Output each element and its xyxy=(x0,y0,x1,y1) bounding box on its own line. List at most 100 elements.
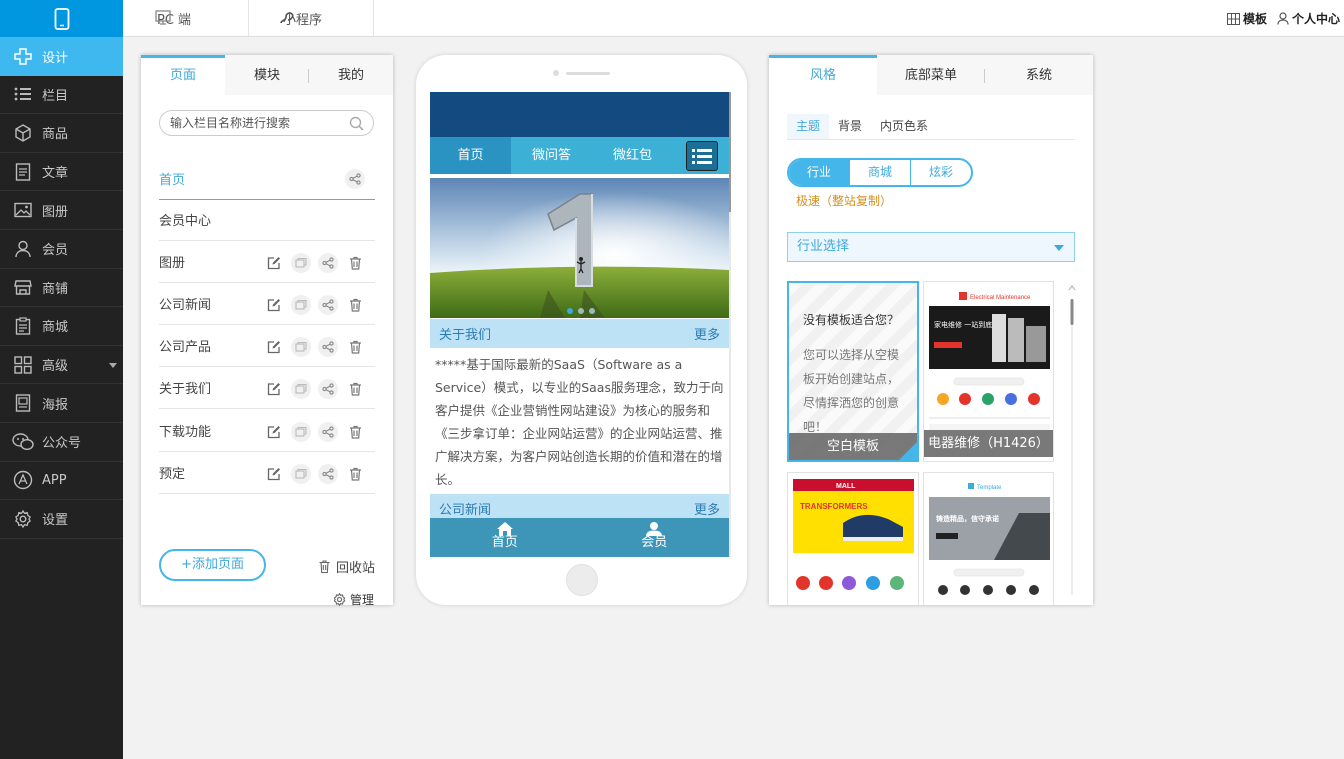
subtab-background[interactable]: 背景 xyxy=(829,114,871,139)
share-icon[interactable] xyxy=(345,169,365,189)
sidebar-item-settings[interactable]: 设置 xyxy=(0,500,123,539)
poster-icon xyxy=(12,393,34,413)
page-row[interactable]: 图册 xyxy=(159,241,375,283)
copy-icon[interactable] xyxy=(291,295,311,315)
copy-icon[interactable] xyxy=(291,337,311,357)
search-icon[interactable] xyxy=(349,116,364,131)
edit-icon[interactable] xyxy=(264,379,284,399)
sidebar-item-products[interactable]: 商品 xyxy=(0,114,123,153)
sidebar-item-label: 高级 xyxy=(42,359,69,375)
sidebar-item-members[interactable]: 会员 xyxy=(0,230,123,269)
page-row-home[interactable]: 首页 xyxy=(159,158,375,200)
tab-pc[interactable]: PC 端 xyxy=(123,0,249,36)
sidebar-item-stores[interactable]: 商铺 xyxy=(0,269,123,308)
copy-icon[interactable] xyxy=(291,253,311,273)
sidebar-item-articles[interactable]: 文章 xyxy=(0,153,123,192)
mobile-phone-icon[interactable] xyxy=(0,0,123,37)
thumb-brand: Electrical Maintenance xyxy=(970,295,1031,301)
sidebar-item-columns[interactable]: 栏目 xyxy=(0,76,123,115)
template-card-blank[interactable]: 没有模板适合您？ 您可以选择从空模板开始创建站点，尽情挥洒您的创意吧！ 空白模板 xyxy=(787,281,919,462)
thumb-brand: MALL xyxy=(836,483,856,490)
recycle-bin-link[interactable]: 回收站 xyxy=(319,557,375,576)
sidebar-item-albums[interactable]: 图册 xyxy=(0,191,123,230)
template-label: 电器维修（H1426） xyxy=(924,430,1053,457)
industry-select[interactable]: 行业选择 xyxy=(787,232,1075,262)
edit-icon[interactable] xyxy=(264,253,284,273)
shop-icon xyxy=(12,277,34,297)
tab-mine[interactable]: 我的 xyxy=(309,55,393,95)
edit-icon[interactable] xyxy=(264,337,284,357)
copy-hint-link[interactable]: 极速（整站复制） xyxy=(796,192,892,209)
subtab-inner-color[interactable]: 内页色系 xyxy=(871,114,937,139)
share-icon[interactable] xyxy=(318,422,338,442)
page-row-member-center[interactable]: 会员中心 xyxy=(159,199,375,241)
page-row[interactable]: 公司新闻 xyxy=(159,283,375,325)
more-link[interactable]: 更多 xyxy=(694,324,720,343)
copy-icon[interactable] xyxy=(291,464,311,484)
segment-industry[interactable]: 行业 xyxy=(789,160,849,185)
subtab-theme[interactable]: 主题 xyxy=(787,114,830,139)
page-row[interactable]: 关于我们 xyxy=(159,367,375,409)
search-input[interactable]: 输入栏目名称进行搜索 xyxy=(159,110,374,136)
site-header[interactable] xyxy=(430,92,731,137)
menu-icon[interactable] xyxy=(686,141,718,171)
template-label: 模板 xyxy=(1242,12,1267,26)
page-row[interactable]: 预定 xyxy=(159,452,375,494)
tab-bottom-menu[interactable]: 底部菜单 xyxy=(877,55,985,95)
segment-colorful[interactable]: 炫彩 xyxy=(910,160,971,185)
share-icon[interactable] xyxy=(318,295,338,315)
manage-link[interactable]: 管理 xyxy=(333,591,374,608)
trash-icon[interactable] xyxy=(345,253,365,273)
share-icon[interactable] xyxy=(318,337,338,357)
site-nav-item[interactable]: 微问答 xyxy=(511,137,592,174)
footer-item-member[interactable]: 会员 xyxy=(580,518,730,557)
scrollbar-thumb[interactable] xyxy=(729,92,731,212)
template-scrollbar[interactable] xyxy=(1068,283,1076,605)
sidebar-item-app[interactable]: APP xyxy=(0,462,123,501)
share-icon[interactable] xyxy=(318,464,338,484)
sidebar-item-advanced[interactable]: 高级 xyxy=(0,346,123,385)
edit-icon[interactable] xyxy=(264,422,284,442)
template-card[interactable]: Template 铸造精品，信守承诺 xyxy=(923,472,1054,605)
copy-icon[interactable] xyxy=(291,422,311,442)
trash-icon[interactable] xyxy=(345,464,365,484)
segment-mall[interactable]: 商城 xyxy=(849,160,910,185)
edit-icon[interactable] xyxy=(264,464,284,484)
template-link[interactable]: 模板 xyxy=(1226,10,1267,27)
tab-system[interactable]: 系统 xyxy=(985,55,1093,95)
section-title: 公司新闻 xyxy=(439,503,492,518)
sidebar-item-posters[interactable]: 海报 xyxy=(0,384,123,423)
footer-item-home[interactable]: 首页 xyxy=(430,518,580,557)
more-link[interactable]: 更多 xyxy=(694,499,720,518)
page-row[interactable]: 下载功能 xyxy=(159,410,375,452)
share-icon[interactable] xyxy=(318,379,338,399)
sidebar-item-mall[interactable]: 商城 xyxy=(0,307,123,346)
share-icon[interactable] xyxy=(318,253,338,273)
trash-icon[interactable] xyxy=(345,379,365,399)
tab-modules[interactable]: 模块 xyxy=(225,55,309,95)
chevron-down-icon xyxy=(1054,245,1064,251)
trash-icon[interactable] xyxy=(345,422,365,442)
tab-style[interactable]: 风格 xyxy=(769,55,877,95)
tab-miniprogram[interactable]: 小程序 xyxy=(249,0,374,36)
sidebar-item-wechat[interactable]: 公众号 xyxy=(0,423,123,462)
add-page-button[interactable]: +添加页面 xyxy=(159,549,266,581)
site-nav-item[interactable]: 首页 xyxy=(430,137,511,174)
template-card[interactable]: Electrical Maintenance 家电维修 一站到底 电器维修（H1… xyxy=(923,281,1054,462)
trash-icon[interactable] xyxy=(345,295,365,315)
tab-pages[interactable]: 页面 xyxy=(141,55,225,95)
phone-home-button xyxy=(566,564,598,596)
account-link[interactable]: 个人中心 xyxy=(1277,10,1340,27)
site-nav-item[interactable]: 微红包 xyxy=(592,137,673,174)
edit-icon[interactable] xyxy=(264,295,284,315)
thumb-banner: 家电维修 一站到底 xyxy=(934,320,992,329)
style-panel-tabs: 风格 底部菜单 系统 xyxy=(769,55,1093,95)
page-name: 图册 xyxy=(159,256,186,271)
page-row[interactable]: 公司产品 xyxy=(159,325,375,367)
member-icon xyxy=(580,522,730,536)
banner-image[interactable] xyxy=(430,178,729,318)
sidebar-item-design[interactable]: 设计 xyxy=(0,37,123,76)
template-card[interactable]: MALL TRANSFORMERS xyxy=(787,472,919,605)
copy-icon[interactable] xyxy=(291,379,311,399)
trash-icon[interactable] xyxy=(345,337,365,357)
